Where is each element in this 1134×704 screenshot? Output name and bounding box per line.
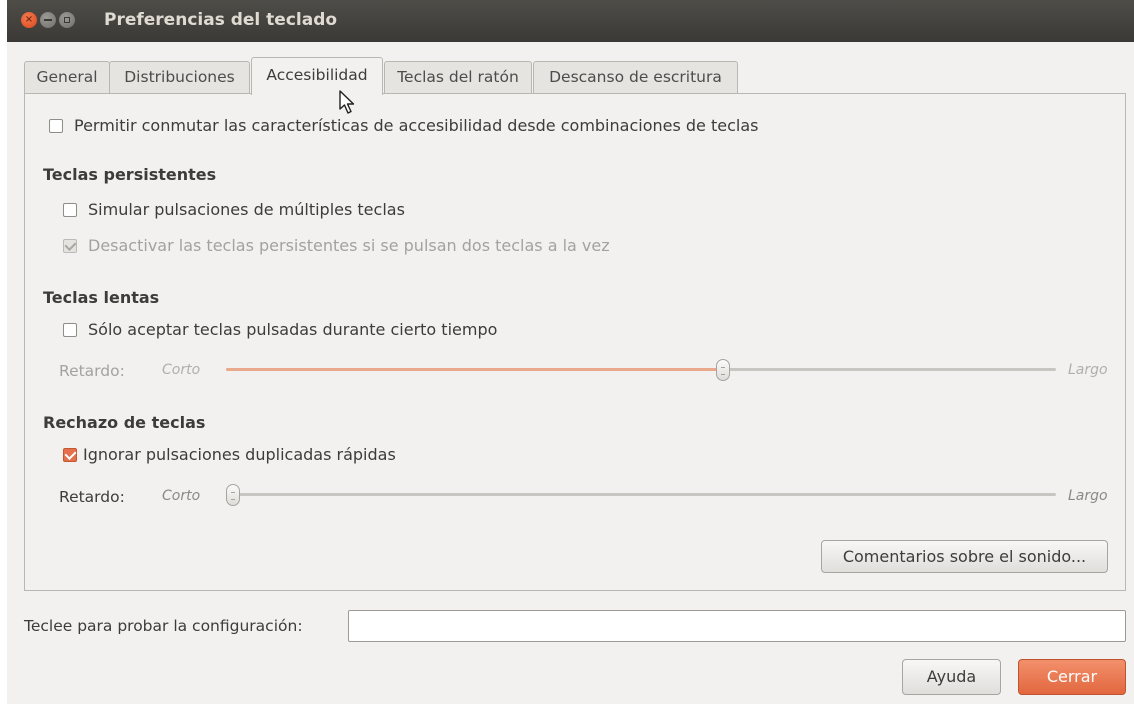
close-icon[interactable]: × (21, 12, 37, 28)
ignore-duplicates-row[interactable]: Ignorar pulsaciones duplicadas rápidas (63, 445, 396, 464)
bounce-delay-slider[interactable] (226, 484, 1056, 506)
mouse-pointer-icon (339, 90, 355, 114)
sticky-keys-heading: Teclas persistentes (43, 165, 217, 184)
slow-keys-heading: Teclas lentas (43, 288, 160, 307)
slow-delay-slider-handle (716, 359, 730, 381)
slow-delay-min-label: Corto (162, 362, 201, 378)
slow-keys-accept-label: Sólo aceptar teclas pulsadas durante cie… (88, 320, 498, 339)
test-input[interactable] (348, 610, 1126, 642)
tab-general[interactable]: General (24, 61, 110, 93)
accessibility-panel: Permitir conmutar las características de… (24, 93, 1126, 591)
keyboard-preferences-window: × Preferencias del teclado General Distr… (7, 0, 1134, 704)
disable-sticky-label: Desactivar las teclas persistentes si se… (88, 236, 610, 255)
bounce-delay-max-label: Largo (1068, 488, 1108, 504)
simulate-multiple-keys-row[interactable]: Simular pulsaciones de múltiples teclas (63, 200, 405, 219)
minimize-icon[interactable] (40, 12, 56, 28)
toggle-shortcuts-row[interactable]: Permitir conmutar las características de… (49, 116, 758, 135)
slow-keys-accept-checkbox[interactable] (63, 322, 77, 337)
sound-feedback-button[interactable]: Comentarios sobre el sonido... (821, 540, 1108, 573)
close-button[interactable]: Cerrar (1018, 659, 1126, 695)
slow-delay-slider-fill (226, 368, 723, 371)
bounce-delay-slider-handle[interactable] (226, 484, 240, 506)
slow-delay-max-label: Largo (1068, 362, 1108, 378)
slow-delay-label: Retardo: (59, 362, 125, 380)
ignore-duplicates-checkbox[interactable] (63, 447, 77, 462)
disable-sticky-checkbox (63, 238, 77, 253)
help-button[interactable]: Ayuda (902, 659, 1001, 695)
disable-sticky-row: Desactivar las teclas persistentes si se… (63, 236, 610, 255)
slow-delay-slider (226, 359, 1056, 381)
tab-descanso-de-escritura[interactable]: Descanso de escritura (533, 61, 738, 93)
ignore-duplicates-label: Ignorar pulsaciones duplicadas rápidas (83, 445, 396, 464)
title-bar[interactable]: × Preferencias del teclado (7, 0, 1134, 42)
maximize-icon[interactable] (59, 12, 75, 28)
bounce-delay-label: Retardo: (59, 488, 125, 506)
window-title: Preferencias del teclado (104, 10, 338, 30)
tab-distribuciones[interactable]: Distribuciones (109, 61, 250, 93)
bounce-keys-heading: Rechazo de teclas (43, 413, 206, 432)
toggle-shortcuts-label: Permitir conmutar las características de… (74, 116, 759, 135)
simulate-multiple-keys-label: Simular pulsaciones de múltiples teclas (88, 200, 405, 219)
tab-accesibilidad[interactable]: Accesibilidad (251, 57, 383, 95)
test-field-label: Teclee para probar la configuración: (24, 617, 303, 635)
tab-teclas-del-raton[interactable]: Teclas del ratón (384, 61, 532, 93)
toggle-shortcuts-checkbox[interactable] (49, 118, 63, 133)
simulate-multiple-keys-checkbox[interactable] (63, 202, 77, 217)
slow-keys-accept-row[interactable]: Sólo aceptar teclas pulsadas durante cie… (63, 320, 497, 339)
bounce-delay-min-label: Corto (162, 488, 201, 504)
